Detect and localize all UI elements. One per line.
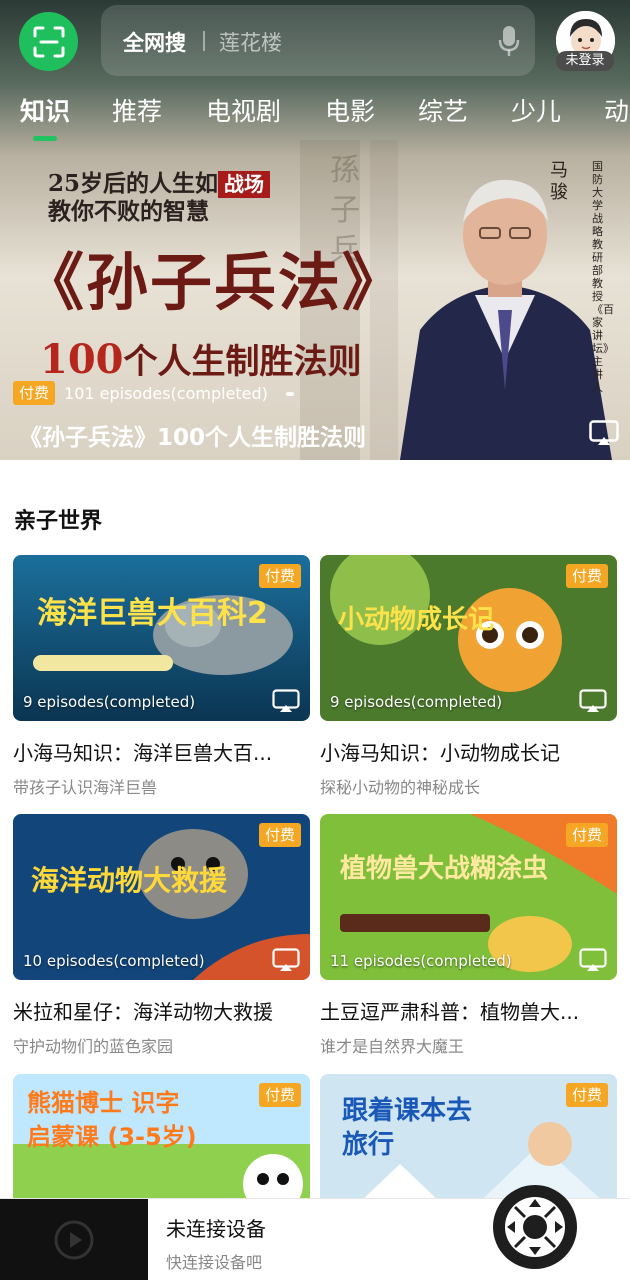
search-scope-label[interactable]: 全网搜 <box>123 27 186 57</box>
paid-badge: 付费 <box>258 564 301 588</box>
device-bar[interactable]: 未连接设备 快连接设备吧 <box>0 1185 630 1280</box>
thumbnail-label: 植物兽大战糊涂虫 <box>340 854 549 884</box>
paid-badge: 付费 <box>258 823 301 847</box>
paid-badge: 付费 <box>258 1083 301 1107</box>
card-episodes: 11 episodes(completed) <box>330 952 512 970</box>
thumbnail-label: 小动物成长记 <box>338 605 495 635</box>
card-episodes: 10 episodes(completed) <box>23 952 205 970</box>
tab-anime[interactable]: 动 <box>604 92 629 128</box>
tab-kids[interactable]: 少儿 <box>511 92 561 128</box>
search-divider <box>203 31 205 51</box>
hero-banner[interactable]: 孫 子 兵 25岁后的人生如 战场 教你不败的智慧 《孙子兵法》 100个人生制胜… <box>0 0 630 460</box>
hero-rules: 100个人生制胜法则 <box>40 336 362 383</box>
scan-icon <box>33 26 64 57</box>
content-card[interactable]: 海洋动物大救援 付费 10 episodes(completed) 米拉和星仔：… <box>13 814 310 1057</box>
paid-badge: 付费 <box>13 381 56 405</box>
lecturer-title: 国防大学战略教研部教授《百家讲坛》主讲人 <box>592 160 614 394</box>
content-card[interactable]: 小动物成长记 付费 9 episodes(completed) 小海马知识：小动… <box>320 555 617 798</box>
device-preview[interactable] <box>0 1199 148 1280</box>
carousel-indicator <box>286 392 294 396</box>
paid-badge: 付费 <box>565 564 608 588</box>
hero-headline: 25岁后的人生如 战场 教你不败的智慧 <box>48 170 271 225</box>
card-thumbnail[interactable]: 海洋巨兽大百科2 付费 9 episodes(completed) <box>13 555 310 721</box>
mic-icon[interactable] <box>497 24 521 58</box>
search-bar[interactable]: 全网搜 莲花楼 <box>101 5 535 76</box>
thumbnail-label: 熊猫博士 识字启蒙课 (3-5岁) <box>27 1089 197 1151</box>
card-thumbnail[interactable]: 小动物成长记 付费 9 episodes(completed) <box>320 555 617 721</box>
scan-button[interactable] <box>19 12 78 71</box>
remote-control-button[interactable] <box>493 1185 577 1269</box>
thumbnail-label: 海洋巨兽大百科2 <box>37 596 268 631</box>
cast-icon[interactable] <box>589 420 619 446</box>
tab-knowledge[interactable]: 知识 <box>20 92 70 128</box>
card-thumbnail[interactable]: 植物兽大战糊涂虫 付费 11 episodes(completed) <box>320 814 617 980</box>
hero-episodes: 101 episodes(completed) <box>64 383 268 403</box>
search-input[interactable]: 莲花楼 <box>219 27 282 57</box>
svg-text:子: 子 <box>330 193 360 228</box>
play-icon[interactable] <box>54 1220 94 1260</box>
card-title: 米拉和星仔：海洋动物大救援 <box>13 1000 273 1024</box>
content-card[interactable]: 海洋巨兽大百科2 付费 9 episodes(completed) 小海马知识：… <box>13 555 310 798</box>
card-title: 小海马知识：小动物成长记 <box>320 741 560 765</box>
cast-icon[interactable] <box>579 948 607 972</box>
paid-badge: 付费 <box>565 1083 608 1107</box>
paid-badge: 付费 <box>565 823 608 847</box>
lecturer-name: 马骏 <box>550 160 568 203</box>
tab-variety[interactable]: 综艺 <box>418 92 468 128</box>
card-title: 小海马知识：海洋巨兽大百... <box>13 741 273 765</box>
remote-control-icon <box>505 1197 565 1257</box>
card-thumbnail[interactable]: 海洋动物大救援 付费 10 episodes(completed) <box>13 814 310 980</box>
tab-recommend[interactable]: 推荐 <box>112 92 162 128</box>
card-title: 土豆逗严肃科普：植物兽大... <box>320 1000 580 1024</box>
login-status-badge[interactable]: 未登录 <box>556 51 614 71</box>
card-episodes: 9 episodes(completed) <box>23 693 196 711</box>
svg-text:孫: 孫 <box>330 153 360 188</box>
hero-meta: 付费 101 episodes(completed) <box>13 381 268 405</box>
top-bar: 全网搜 莲花楼 未登录 <box>0 0 630 90</box>
tab-movies[interactable]: 电影 <box>325 92 375 128</box>
hero-title[interactable]: 《孙子兵法》100个人生制胜法则 <box>19 418 366 452</box>
card-subtitle: 谁才是自然界大魔王 <box>320 1037 465 1056</box>
card-subtitle: 探秘小动物的神秘成长 <box>320 778 481 797</box>
category-tabs: 知识 推荐 电视剧 电影 综艺 少儿 动 <box>0 92 630 142</box>
device-hint: 快连接设备吧 <box>166 1253 263 1272</box>
card-subtitle: 带孩子认识海洋巨兽 <box>13 778 158 797</box>
section-title: 亲子世界 <box>14 509 103 534</box>
device-status: 未连接设备 <box>166 1217 266 1241</box>
lecturer-portrait <box>400 179 612 460</box>
thumbnail-label: 跟着课本去旅行 <box>342 1096 473 1160</box>
tab-tv-series[interactable]: 电视剧 <box>206 92 281 128</box>
hero-book-title: 《孙子兵法》 <box>22 246 407 319</box>
content-card[interactable]: 植物兽大战糊涂虫 付费 11 episodes(completed) 土豆逗严肃… <box>320 814 617 1057</box>
active-tab-indicator <box>33 136 57 141</box>
cast-icon[interactable] <box>579 689 607 713</box>
cast-icon[interactable] <box>272 948 300 972</box>
card-subtitle: 守护动物们的蓝色家园 <box>13 1037 174 1056</box>
cast-icon[interactable] <box>272 689 300 713</box>
card-episodes: 9 episodes(completed) <box>330 693 503 711</box>
thumbnail-label: 海洋动物大救援 <box>31 864 228 897</box>
